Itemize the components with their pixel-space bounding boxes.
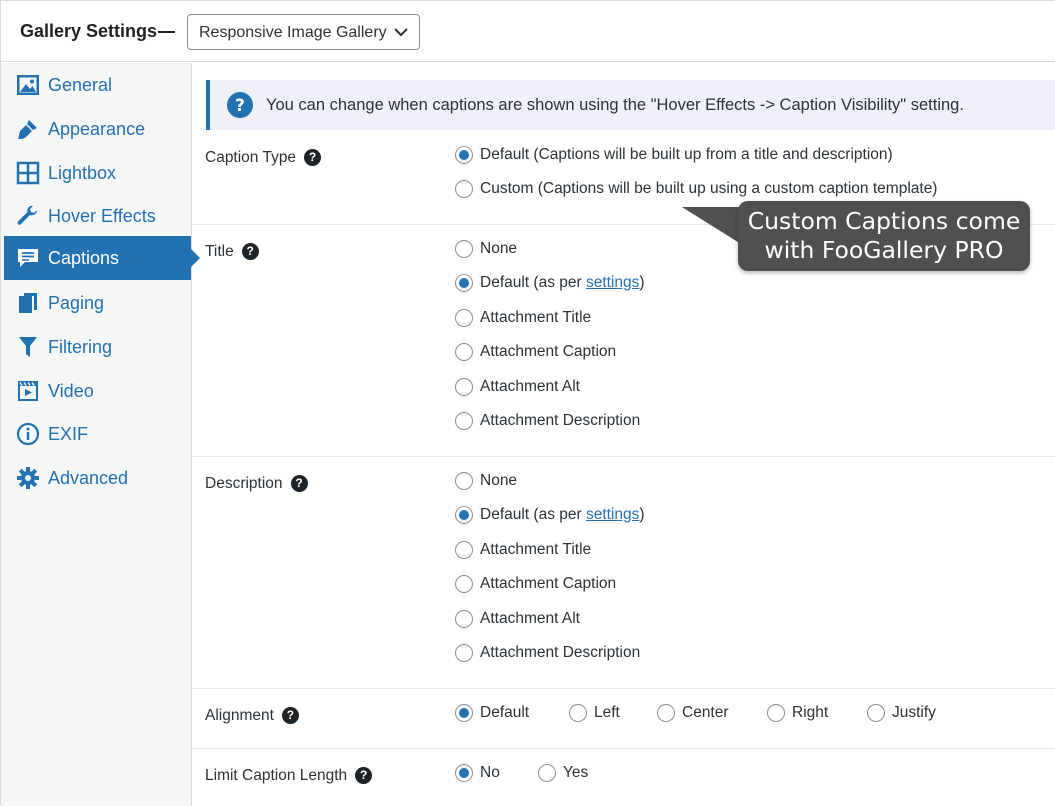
sidebar-item-video[interactable]: Video	[4, 369, 191, 413]
title-attachment-alt-radio[interactable]: Attachment Alt	[455, 378, 580, 396]
pages-icon	[19, 293, 37, 313]
sidebar-item-label: Lightbox	[48, 163, 117, 183]
limit-caption-length-label: Limit Caption Length?	[205, 767, 373, 785]
video-icon	[18, 381, 38, 401]
help-icon[interactable]: ?	[281, 707, 299, 724]
caption-type-label: Caption Type?	[205, 149, 322, 167]
sidebar-item-paging[interactable]: Paging	[4, 281, 191, 325]
help-icon[interactable]: ?	[355, 767, 373, 784]
settings-panel: Gallery Settings Responsive Image Galler…	[0, 0, 1055, 806]
gallery-template-select[interactable]: Responsive Image Gallery	[187, 14, 420, 50]
sidebar-item-label: General	[48, 75, 113, 95]
sidebar-item-filtering[interactable]: Filtering	[4, 325, 191, 369]
title-attachment-description-radio[interactable]: Attachment Description	[455, 412, 640, 430]
chevron-down-icon	[394, 28, 408, 37]
sidebar-item-hover-effects[interactable]: Hover Effects	[4, 194, 191, 238]
sidebar-item-lightbox[interactable]: Lightbox	[4, 151, 191, 195]
title-none-radio[interactable]: None	[455, 240, 517, 258]
paintbrush-icon	[18, 120, 37, 139]
caption-type-custom-radio[interactable]: Custom (Captions will be built up using …	[455, 180, 937, 198]
sidebar-item-general[interactable]: General	[4, 63, 191, 107]
help-icon[interactable]: ?	[290, 475, 308, 492]
row-divider	[192, 456, 1055, 457]
callout-line-2: with FooGallery PRO	[764, 236, 1004, 264]
title-default-radio[interactable]: Default (as per settings)	[455, 274, 645, 292]
info-notice: ? You can change when captions are shown…	[206, 80, 1055, 130]
sidebar-item-label: Paging	[48, 293, 105, 313]
sidebar-item-captions[interactable]: Captions	[4, 236, 200, 280]
sidebar-item-label: Hover Effects	[48, 206, 156, 226]
sidebar-item-advanced[interactable]: Advanced	[4, 456, 191, 500]
row-divider	[192, 688, 1055, 689]
title-attachment-title-radio[interactable]: Attachment Title	[455, 309, 591, 327]
sidebar-item-appearance[interactable]: Appearance	[4, 107, 191, 151]
settings-link[interactable]: settings	[586, 274, 639, 291]
description-attachment-title-radio[interactable]: Attachment Title	[455, 541, 591, 559]
title-separator	[158, 31, 175, 33]
svg-text:?: ?	[235, 96, 245, 116]
row-divider	[192, 748, 1055, 749]
info-icon	[16, 422, 40, 446]
caption-type-default-radio[interactable]: Default (Captions will be built up from …	[455, 146, 893, 164]
limit-caption-length-yes-radio[interactable]: Yes	[538, 764, 588, 782]
sidebar-item-exif[interactable]: EXIF	[4, 412, 191, 456]
sidebar-item-label: Captions	[48, 248, 120, 268]
help-icon[interactable]: ?	[304, 149, 322, 166]
sidebar-item-label: Filtering	[48, 337, 113, 357]
alignment-justify-radio[interactable]: Justify	[867, 704, 936, 722]
sidebar-item-label: Appearance	[48, 119, 146, 139]
description-attachment-alt-radio[interactable]: Attachment Alt	[455, 610, 580, 628]
wrench-icon	[17, 205, 37, 225]
sidebar-item-label: Advanced	[48, 468, 129, 488]
gallery-template-value: Responsive Image Gallery	[199, 24, 387, 41]
alignment-center-radio[interactable]: Center	[657, 704, 729, 722]
description-attachment-description-radio[interactable]: Attachment Description	[455, 644, 640, 662]
question-circle-icon: ?	[227, 92, 253, 118]
page-title: Gallery Settings	[20, 21, 158, 41]
image-icon	[17, 75, 39, 95]
filter-icon	[19, 337, 37, 357]
help-icon[interactable]: ?	[241, 243, 259, 260]
settings-sidebar: General Appearance Lightbox Hover Effect…	[1, 63, 200, 806]
callout-line-1: Custom Captions come	[747, 207, 1021, 235]
gear-icon	[17, 467, 39, 489]
description-label: Description?	[205, 475, 308, 493]
alignment-right-radio[interactable]: Right	[767, 704, 828, 722]
active-indicator	[191, 249, 200, 267]
comment-icon	[18, 249, 38, 267]
settings-link[interactable]: settings	[586, 506, 639, 523]
alignment-default-radio[interactable]: Default	[455, 704, 529, 722]
sidebar-item-label: Video	[48, 381, 94, 401]
limit-caption-length-no-radio[interactable]: No	[455, 764, 500, 782]
sidebar-item-label: EXIF	[48, 424, 89, 444]
description-default-radio[interactable]: Default (as per settings)	[455, 506, 645, 524]
pro-callout: Custom Captions come with FooGallery PRO	[738, 201, 1030, 271]
alignment-left-radio[interactable]: Left	[569, 704, 620, 722]
header-bar: Gallery Settings Responsive Image Galler…	[1, 1, 1055, 62]
title-attachment-caption-radio[interactable]: Attachment Caption	[455, 343, 616, 361]
description-attachment-caption-radio[interactable]: Attachment Caption	[455, 575, 616, 593]
title-label: Title?	[205, 243, 259, 261]
description-none-radio[interactable]: None	[455, 472, 517, 490]
alignment-label: Alignment?	[205, 707, 299, 725]
notice-text: You can change when captions are shown u…	[266, 96, 964, 114]
grid-icon	[16, 161, 40, 185]
